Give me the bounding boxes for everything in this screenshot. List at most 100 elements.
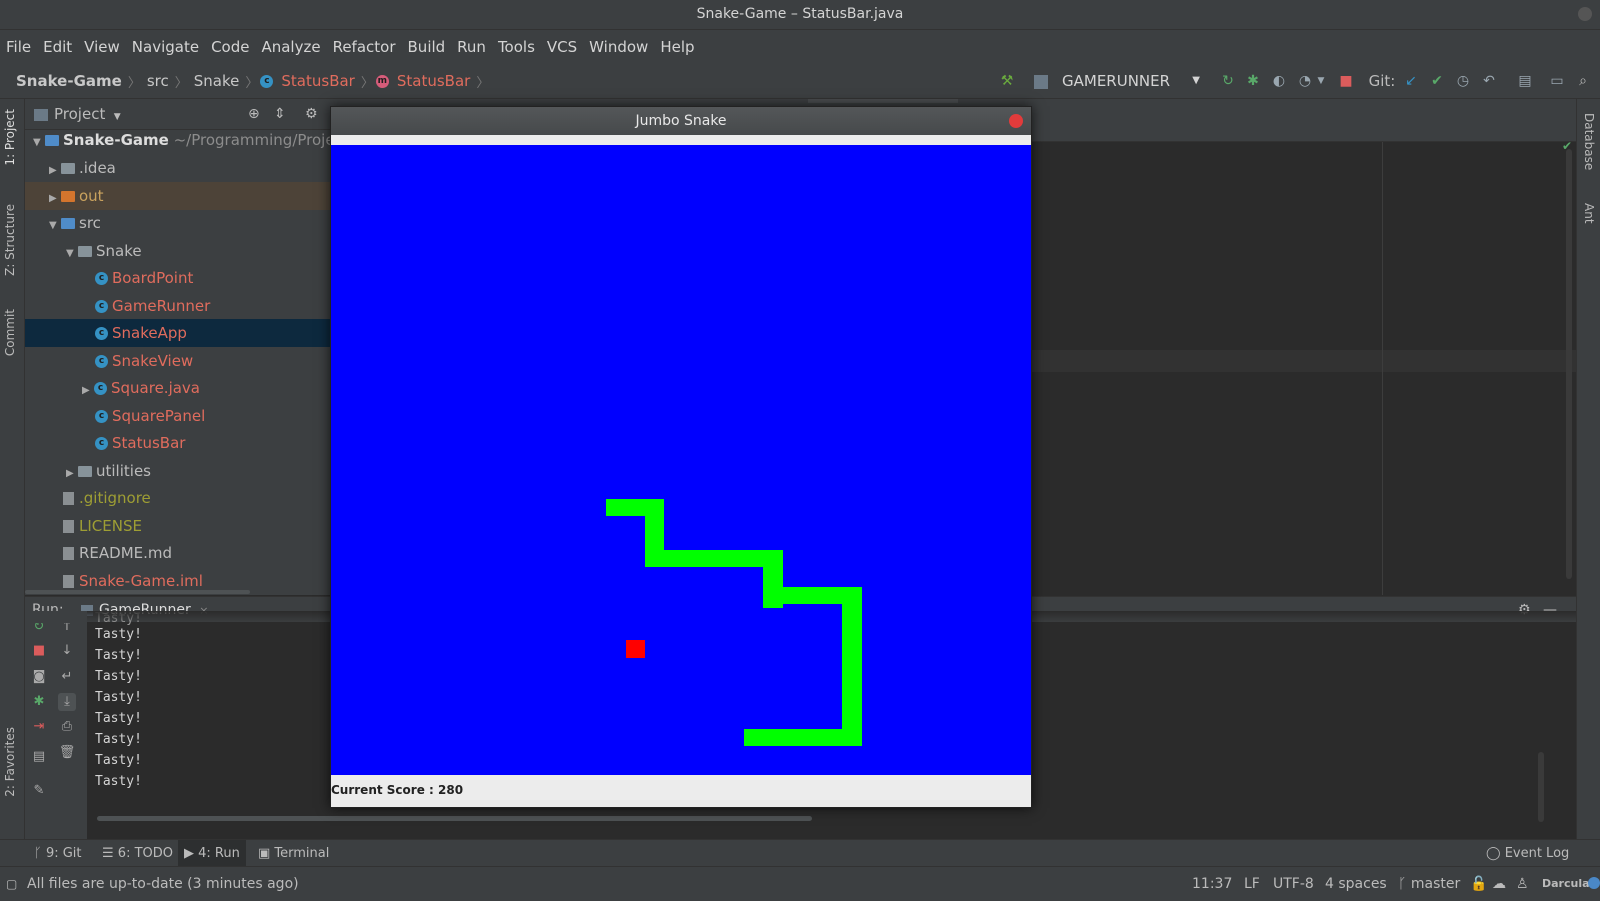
console-hscrollbar[interactable] <box>97 816 812 821</box>
tree-item-license[interactable]: LICENSE <box>25 512 368 540</box>
menu-analyze[interactable]: Analyze <box>255 38 326 56</box>
tab-event-log[interactable]: ◯ Event Log <box>1480 840 1575 867</box>
breadcrumb-package[interactable]: Snake <box>190 72 244 90</box>
file-encoding[interactable]: UTF-8 <box>1273 867 1314 901</box>
layout-icon[interactable]: ▤ <box>30 748 48 766</box>
camera-icon[interactable]: ◙ <box>30 668 48 686</box>
breadcrumb-project[interactable]: Snake-Game <box>0 72 126 90</box>
tree-item-utilities[interactable]: ▶ utilities <box>25 457 371 485</box>
line-separator[interactable]: LF <box>1244 867 1260 901</box>
tree-root[interactable]: ▼ Snake-Game ~/Programming/Project <box>25 126 338 154</box>
game-board[interactable] <box>331 145 1031 775</box>
project-panel-hscrollbar[interactable] <box>25 590 250 594</box>
tab-terminal[interactable]: ▣ Terminal <box>252 840 335 867</box>
search-icon[interactable]: ⌕ <box>1574 72 1592 90</box>
game-window-titlebar[interactable]: Jumbo Snake <box>331 107 1031 135</box>
tab-favorites[interactable]: 2: Favorites <box>3 727 17 797</box>
soft-wrap-icon[interactable]: ↵ <box>58 668 76 686</box>
git-commit-icon[interactable]: ✔ <box>1428 72 1446 90</box>
tab-project[interactable]: 1: Project <box>3 109 17 166</box>
menu-code[interactable]: Code <box>205 38 255 56</box>
project-panel-title[interactable]: Project <box>54 105 105 123</box>
tree-item-snake-package[interactable]: ▼ Snake <box>25 237 371 265</box>
indent-setting[interactable]: 4 spaces <box>1325 867 1387 901</box>
rerun-icon[interactable]: ↻ <box>1219 72 1237 90</box>
tree-item-label: .idea <box>79 159 116 177</box>
run-configuration-select[interactable]: GAMERUNNER ▼ <box>1030 69 1206 93</box>
status-message[interactable]: All files are up-to-date (3 minutes ago) <box>27 867 299 901</box>
tab-structure[interactable]: Z: Structure <box>3 204 17 276</box>
console-vscrollbar[interactable] <box>1538 752 1544 822</box>
tree-item-label: BoardPoint <box>112 269 194 287</box>
tree-item-gitignore[interactable]: .gitignore <box>25 484 368 512</box>
cloud-icon[interactable]: ☁ <box>1492 867 1506 901</box>
coverage-icon[interactable]: ◐ <box>1270 72 1288 90</box>
console-line: Tasty! <box>95 732 142 747</box>
debug-bug-icon[interactable]: ✱ <box>30 693 48 711</box>
git-history-icon[interactable]: ◷ <box>1454 72 1472 90</box>
collapse-all-icon[interactable]: ⇕ <box>274 99 286 129</box>
theme-label[interactable]: Darcula <box>1542 867 1590 901</box>
caret-position[interactable]: 11:37 <box>1192 867 1232 901</box>
tab-run[interactable]: ▶ 4: Run <box>178 840 246 867</box>
menu-run[interactable]: Run <box>451 38 492 56</box>
tab-commit[interactable]: Commit <box>3 309 17 356</box>
lock-icon[interactable]: 🔓 <box>1470 867 1487 901</box>
editor-scrollbar[interactable] <box>1566 149 1572 579</box>
branch-icon: ᚴ <box>1398 876 1411 892</box>
memory-icon[interactable]: ♙ <box>1516 867 1529 901</box>
tree-item-idea[interactable]: ▶ .idea <box>25 154 354 182</box>
menu-refactor[interactable]: Refactor <box>327 38 402 56</box>
status-toggle-icon[interactable]: ▢ <box>6 867 17 901</box>
locate-icon[interactable]: ⊕ <box>248 99 260 129</box>
menu-vcs[interactable]: VCS <box>541 38 583 56</box>
active-editor-tab[interactable] <box>808 99 958 103</box>
menu-build[interactable]: Build <box>402 38 452 56</box>
run-toolbar-top <box>25 611 87 623</box>
chevron-right-icon: ▶ <box>66 468 74 479</box>
tree-item-iml[interactable]: Snake-Game.iml <box>25 567 368 591</box>
breadcrumb-src[interactable]: src <box>143 72 173 90</box>
menu-file[interactable]: File <box>0 38 37 56</box>
scroll-to-end-icon[interactable]: ⤓ <box>58 693 76 711</box>
game-close-button[interactable] <box>1009 114 1023 128</box>
debug-bug-icon[interactable]: ✱ <box>1244 72 1262 90</box>
menu-view[interactable]: View <box>78 38 126 56</box>
git-branch[interactable]: ᚴ master <box>1398 867 1460 901</box>
project-structure-icon[interactable]: ▤ <box>1516 72 1534 90</box>
tree-item-readme[interactable]: README.md <box>25 539 368 567</box>
profile-dropdown-icon[interactable]: ▼ <box>1312 72 1330 90</box>
breadcrumb-method[interactable]: StatusBar <box>393 72 474 90</box>
menu-navigate[interactable]: Navigate <box>126 38 205 56</box>
gear-icon[interactable]: ⚙ <box>305 99 318 129</box>
scroll-down-icon[interactable]: ↓ <box>58 642 76 660</box>
folder-icon <box>61 218 75 229</box>
pin-icon[interactable]: ✎ <box>30 782 48 800</box>
app-config-icon <box>1034 74 1048 89</box>
exit-icon[interactable]: ⇥ <box>30 718 48 736</box>
menu-window[interactable]: Window <box>583 38 654 56</box>
tab-ant[interactable]: Ant <box>1582 203 1596 224</box>
chevron-right-icon: ▶ <box>49 193 57 204</box>
git-update-icon[interactable]: ↙ <box>1402 72 1420 90</box>
print-icon[interactable]: ⎙ <box>58 718 76 736</box>
stop-icon[interactable]: ■ <box>30 642 48 660</box>
chevron-down-icon[interactable]: ▼ <box>114 112 121 122</box>
layout-icon[interactable]: ▭ <box>1548 72 1566 90</box>
tree-item-out[interactable]: ▶ out <box>25 182 354 210</box>
tab-git[interactable]: ᚴ 9: Git <box>28 840 88 867</box>
trash-icon[interactable]: 🗑 <box>58 744 76 762</box>
menu-help[interactable]: Help <box>654 38 700 56</box>
window-close-button[interactable] <box>1578 7 1592 21</box>
menu-edit[interactable]: Edit <box>37 38 78 56</box>
breadcrumb-class[interactable]: StatusBar <box>277 72 358 90</box>
git-rollback-icon[interactable]: ↶ <box>1480 72 1498 90</box>
stop-icon[interactable]: ■ <box>1337 72 1355 90</box>
build-hammer-icon[interactable]: ⚒ <box>998 72 1016 90</box>
tab-database[interactable]: Database <box>1582 113 1596 170</box>
tab-todo[interactable]: ☰ 6: TODO <box>96 840 179 867</box>
tree-item-src[interactable]: ▼ src <box>25 209 354 237</box>
snake-segment <box>842 587 862 746</box>
tree-item-label: GameRunner <box>112 297 211 315</box>
menu-tools[interactable]: Tools <box>492 38 541 56</box>
